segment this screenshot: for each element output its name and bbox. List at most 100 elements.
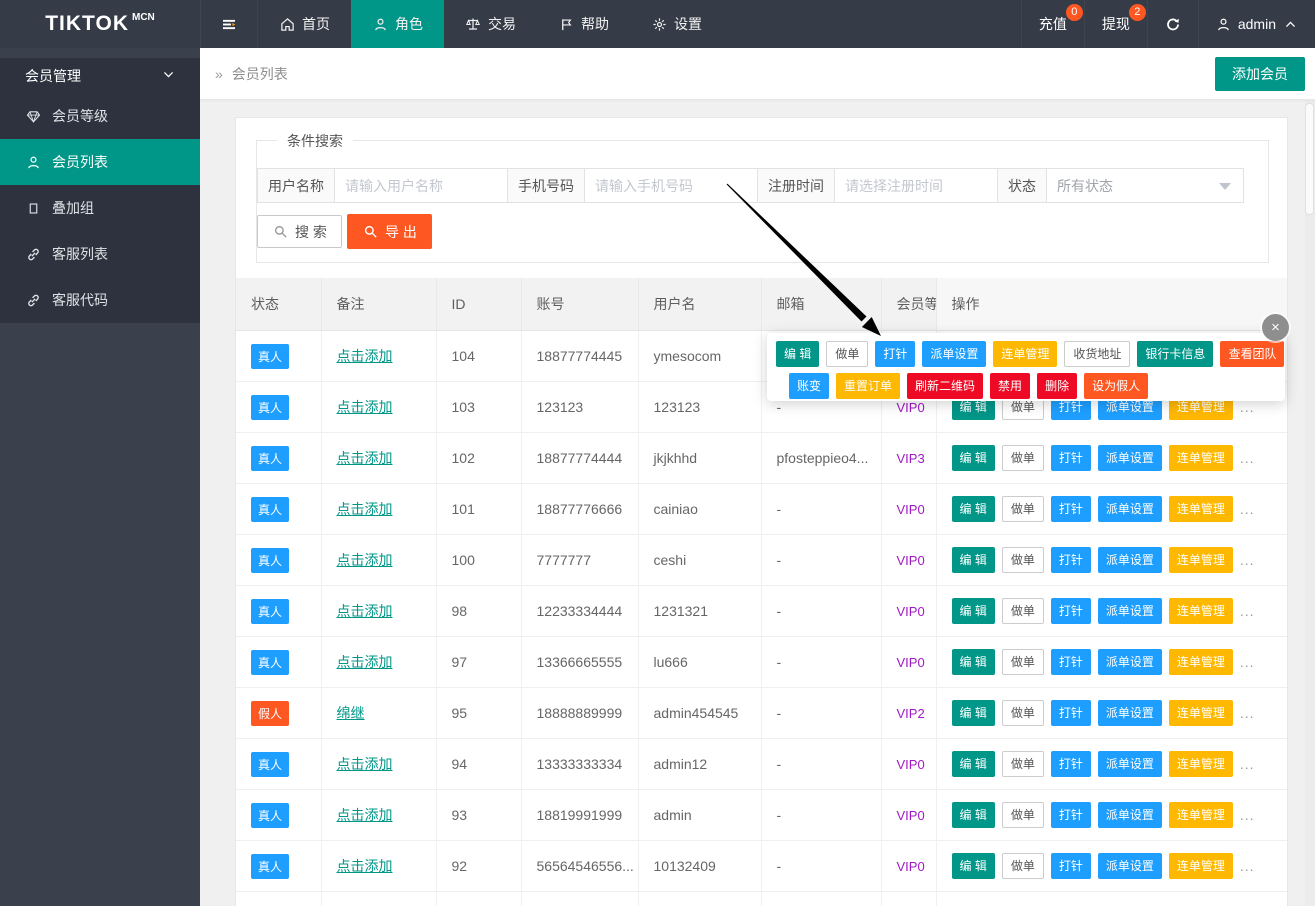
remark-link[interactable]: 点击添加 <box>337 501 393 517</box>
action-button[interactable]: 编 辑 <box>952 649 995 675</box>
more-actions-button[interactable]: ... <box>1240 858 1255 874</box>
action-button[interactable]: 做单 <box>1002 853 1044 879</box>
action-button[interactable]: 派单设置 <box>1098 496 1162 522</box>
action-button[interactable]: 派单设置 <box>1098 751 1162 777</box>
action-button[interactable]: 连单管理 <box>1169 751 1233 777</box>
nav-item-5[interactable]: 设置 <box>630 0 723 48</box>
action-button[interactable]: 打针 <box>1051 853 1091 879</box>
more-actions-button[interactable]: ... <box>1240 705 1255 721</box>
action-button[interactable]: 打针 <box>1051 700 1091 726</box>
action-button[interactable]: 派单设置 <box>1098 649 1162 675</box>
action-button[interactable]: 做单 <box>1002 700 1044 726</box>
action-button[interactable]: 银行卡信息 <box>1137 341 1213 367</box>
more-actions-button[interactable]: ... <box>1240 399 1255 415</box>
action-button[interactable]: 收货地址 <box>1064 341 1130 367</box>
remark-link[interactable]: 点击添加 <box>337 807 393 823</box>
nav-item-2[interactable]: 角色 <box>351 0 444 48</box>
action-button[interactable]: 做单 <box>1002 802 1044 828</box>
action-button[interactable]: 打针 <box>1051 547 1091 573</box>
action-button[interactable]: 派单设置 <box>922 341 986 367</box>
nav-item-4[interactable]: 帮助 <box>537 0 630 48</box>
sidebar-item-5[interactable]: 客服代码 <box>0 277 200 323</box>
action-button[interactable]: 设为假人 <box>1084 373 1148 399</box>
remark-link[interactable]: 点击添加 <box>337 654 393 670</box>
user-menu[interactable]: admin <box>1198 0 1315 48</box>
action-button[interactable]: 编 辑 <box>952 496 995 522</box>
action-button[interactable]: 连单管理 <box>1169 649 1233 675</box>
search-button[interactable]: 搜 索 <box>257 215 342 248</box>
action-button[interactable]: 编 辑 <box>952 751 995 777</box>
action-button[interactable]: 打针 <box>1051 445 1091 471</box>
popup-close-button[interactable]: × <box>1262 314 1289 341</box>
action-button[interactable]: 做单 <box>1002 547 1044 573</box>
action-button[interactable]: 编 辑 <box>776 341 819 367</box>
action-button[interactable]: 打针 <box>1051 649 1091 675</box>
action-button[interactable]: 连单管理 <box>1169 700 1233 726</box>
action-button[interactable]: 禁用 <box>990 373 1030 399</box>
action-button[interactable]: 编 辑 <box>952 445 995 471</box>
collapse-menu-button[interactable] <box>201 0 258 48</box>
action-button[interactable]: 派单设置 <box>1098 802 1162 828</box>
username-input[interactable] <box>335 168 509 203</box>
sidebar-group-member-management[interactable]: 会员管理 <box>0 58 200 93</box>
action-button[interactable]: 派单设置 <box>1098 445 1162 471</box>
action-button[interactable]: 账变 <box>789 373 829 399</box>
remark-link[interactable]: 点击添加 <box>337 858 393 874</box>
sidebar-item-2[interactable]: 会员列表 <box>0 139 200 185</box>
export-button[interactable]: 导 出 <box>347 214 432 249</box>
action-button[interactable]: 派单设置 <box>1098 853 1162 879</box>
action-button[interactable]: 连单管理 <box>1169 853 1233 879</box>
remark-link[interactable]: 点击添加 <box>337 450 393 466</box>
action-button[interactable]: 连单管理 <box>1169 496 1233 522</box>
action-button[interactable]: 做单 <box>1002 598 1044 624</box>
action-button[interactable]: 派单设置 <box>1098 547 1162 573</box>
action-button[interactable]: 重置订单 <box>836 373 900 399</box>
action-button[interactable]: 打针 <box>1051 496 1091 522</box>
more-actions-button[interactable]: ... <box>1240 756 1255 772</box>
action-button[interactable]: 打针 <box>1051 598 1091 624</box>
nav-item-1[interactable]: 首页 <box>258 0 351 48</box>
action-button[interactable]: 做单 <box>1002 496 1044 522</box>
action-button[interactable]: 做单 <box>1002 445 1044 471</box>
more-actions-button[interactable]: ... <box>1240 501 1255 517</box>
action-button[interactable]: 派单设置 <box>1098 700 1162 726</box>
withdraw-button[interactable]: 提现 2 <box>1084 0 1147 48</box>
action-button[interactable]: 连单管理 <box>993 341 1057 367</box>
action-button[interactable]: 删除 <box>1037 373 1077 399</box>
action-button[interactable]: 查看团队 <box>1220 341 1284 367</box>
remark-link[interactable]: 点击添加 <box>337 756 393 772</box>
scrollbar-thumb[interactable] <box>1305 103 1314 215</box>
remark-link[interactable]: 点击添加 <box>337 399 393 415</box>
sidebar-item-4[interactable]: 客服列表 <box>0 231 200 277</box>
action-button[interactable]: 编 辑 <box>952 700 995 726</box>
action-button[interactable]: 连单管理 <box>1169 598 1233 624</box>
action-button[interactable]: 打针 <box>875 341 915 367</box>
remark-link[interactable]: 点击添加 <box>337 552 393 568</box>
remark-link[interactable]: 点击添加 <box>337 603 393 619</box>
action-button[interactable]: 编 辑 <box>952 547 995 573</box>
more-actions-button[interactable]: ... <box>1240 603 1255 619</box>
action-button[interactable]: 派单设置 <box>1098 598 1162 624</box>
recharge-button[interactable]: 充值 0 <box>1021 0 1084 48</box>
action-button[interactable]: 连单管理 <box>1169 802 1233 828</box>
remark-link[interactable]: 点击添加 <box>337 348 393 364</box>
status-select[interactable]: 所有状态 <box>1047 168 1244 203</box>
action-button[interactable]: 打针 <box>1051 751 1091 777</box>
action-button[interactable]: 编 辑 <box>952 802 995 828</box>
action-button[interactable]: 做单 <box>1002 649 1044 675</box>
sidebar-item-3[interactable]: 叠加组 <box>0 185 200 231</box>
remark-link[interactable]: 绵继 <box>337 705 365 721</box>
sidebar-item-1[interactable]: 会员等级 <box>0 93 200 139</box>
action-button[interactable]: 编 辑 <box>952 853 995 879</box>
more-actions-button[interactable]: ... <box>1240 450 1255 466</box>
action-button[interactable]: 做单 <box>1002 751 1044 777</box>
action-button[interactable]: 刷新二维码 <box>907 373 983 399</box>
nav-item-3[interactable]: 交易 <box>444 0 537 48</box>
action-button[interactable]: 做单 <box>826 341 868 367</box>
add-member-button[interactable]: 添加会员 <box>1215 57 1305 91</box>
action-button[interactable]: 连单管理 <box>1169 445 1233 471</box>
more-actions-button[interactable]: ... <box>1240 552 1255 568</box>
action-button[interactable]: 打针 <box>1051 802 1091 828</box>
phone-input[interactable] <box>585 168 759 203</box>
refresh-button[interactable] <box>1147 0 1198 48</box>
